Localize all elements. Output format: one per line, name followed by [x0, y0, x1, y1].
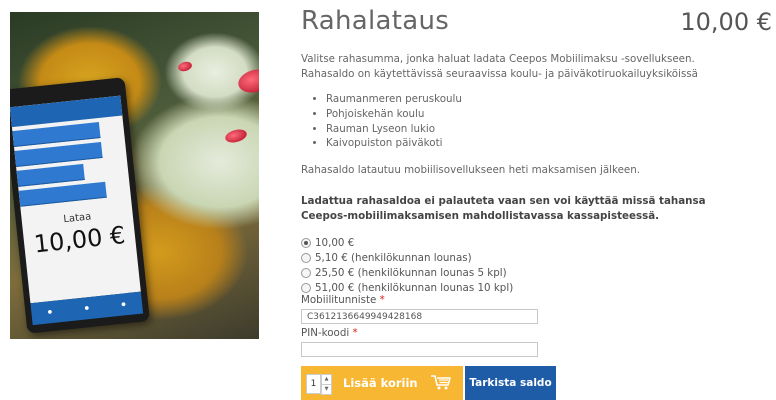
- chevron-down-icon[interactable]: ▼: [321, 384, 332, 395]
- radio-button[interactable]: [301, 267, 311, 278]
- phone-topbar: [10, 95, 123, 128]
- shopping-cart-icon: [430, 374, 452, 393]
- option-label: 10,00 €: [315, 236, 355, 249]
- list-item: Pohjoiskehän koulu: [326, 107, 462, 122]
- mobile-id-label-text: Mobiilitunniste: [301, 294, 377, 306]
- list-item: Raumanmeren peruskoulu: [326, 92, 462, 107]
- pin-field[interactable]: [301, 342, 538, 357]
- amount-options: 10,00 € 5,10 € (henkilökunnan lounas) 25…: [301, 235, 513, 295]
- school-list: Raumanmeren peruskoulu Pohjoiskehän koul…: [314, 92, 462, 151]
- amount-option[interactable]: 25,50 € (henkilökunnan lounas 5 kpl): [301, 265, 513, 280]
- option-label: 5,10 € (henkilökunnan lounas): [315, 251, 472, 264]
- phone-menu-item: [14, 141, 103, 167]
- radio-button[interactable]: [301, 282, 311, 293]
- quantity-input[interactable]: 1: [306, 374, 321, 394]
- phone-tab-icon: ●: [84, 305, 90, 312]
- quantity-stepper[interactable]: 1 ▲ ▼: [301, 366, 339, 400]
- refund-warning: Ladattua rahasaldoa ei palauteta vaan se…: [301, 195, 706, 222]
- list-item: Rauman Lyseon lukio: [326, 122, 462, 137]
- balance-note: Rahasaldo latautuu mobiilisovellukseen h…: [301, 164, 641, 176]
- option-label: 51,00 € (henkilökunnan lounas 10 kpl): [315, 281, 514, 294]
- radio-button[interactable]: [301, 252, 311, 263]
- phone-menu-item: [18, 181, 107, 207]
- check-balance-button[interactable]: Tarkista saldo: [465, 366, 556, 400]
- pin-label-text: PIN-koodi: [301, 327, 350, 339]
- list-item: Kaivopuiston päiväkoti: [326, 136, 462, 151]
- radish-slice: [177, 60, 193, 73]
- radish-slice: [235, 65, 259, 97]
- product-price: 10,00 €: [680, 8, 772, 36]
- required-mark: *: [352, 327, 358, 339]
- phone-screen: Lataa 10,00 €: [10, 95, 141, 304]
- add-to-cart-button[interactable]: Lisää koriin: [339, 366, 463, 400]
- option-label: 25,50 € (henkilökunnan lounas 5 kpl): [315, 266, 507, 279]
- amount-option[interactable]: 51,00 € (henkilökunnan lounas 10 kpl): [301, 280, 513, 295]
- mobile-id-label: Mobiilitunniste *: [301, 294, 385, 306]
- product-description: Valitse rahasumma, jonka haluat ladata C…: [301, 53, 698, 80]
- product-title: Rahalataus: [301, 6, 450, 36]
- radish-slice: [223, 127, 249, 145]
- amount-option[interactable]: 5,10 € (henkilökunnan lounas): [301, 250, 513, 265]
- product-image: Lataa 10,00 € ● ● ●: [10, 12, 259, 339]
- cart-row: 1 ▲ ▼ Lisää koriin Tarkista saldo: [301, 366, 556, 400]
- pin-label: PIN-koodi *: [301, 327, 358, 339]
- phone-menu-item: [16, 163, 85, 187]
- phone-tab-icon: ●: [121, 301, 127, 308]
- phone-tab-icon: ●: [47, 308, 53, 316]
- mobile-id-field[interactable]: C3612136649949428168: [301, 309, 538, 324]
- required-mark: *: [379, 294, 385, 306]
- phone-illustration: Lataa 10,00 € ● ● ●: [10, 77, 150, 334]
- radio-button[interactable]: [301, 237, 311, 248]
- amount-option[interactable]: 10,00 €: [301, 235, 513, 250]
- add-to-cart-label: Lisää koriin: [343, 376, 418, 390]
